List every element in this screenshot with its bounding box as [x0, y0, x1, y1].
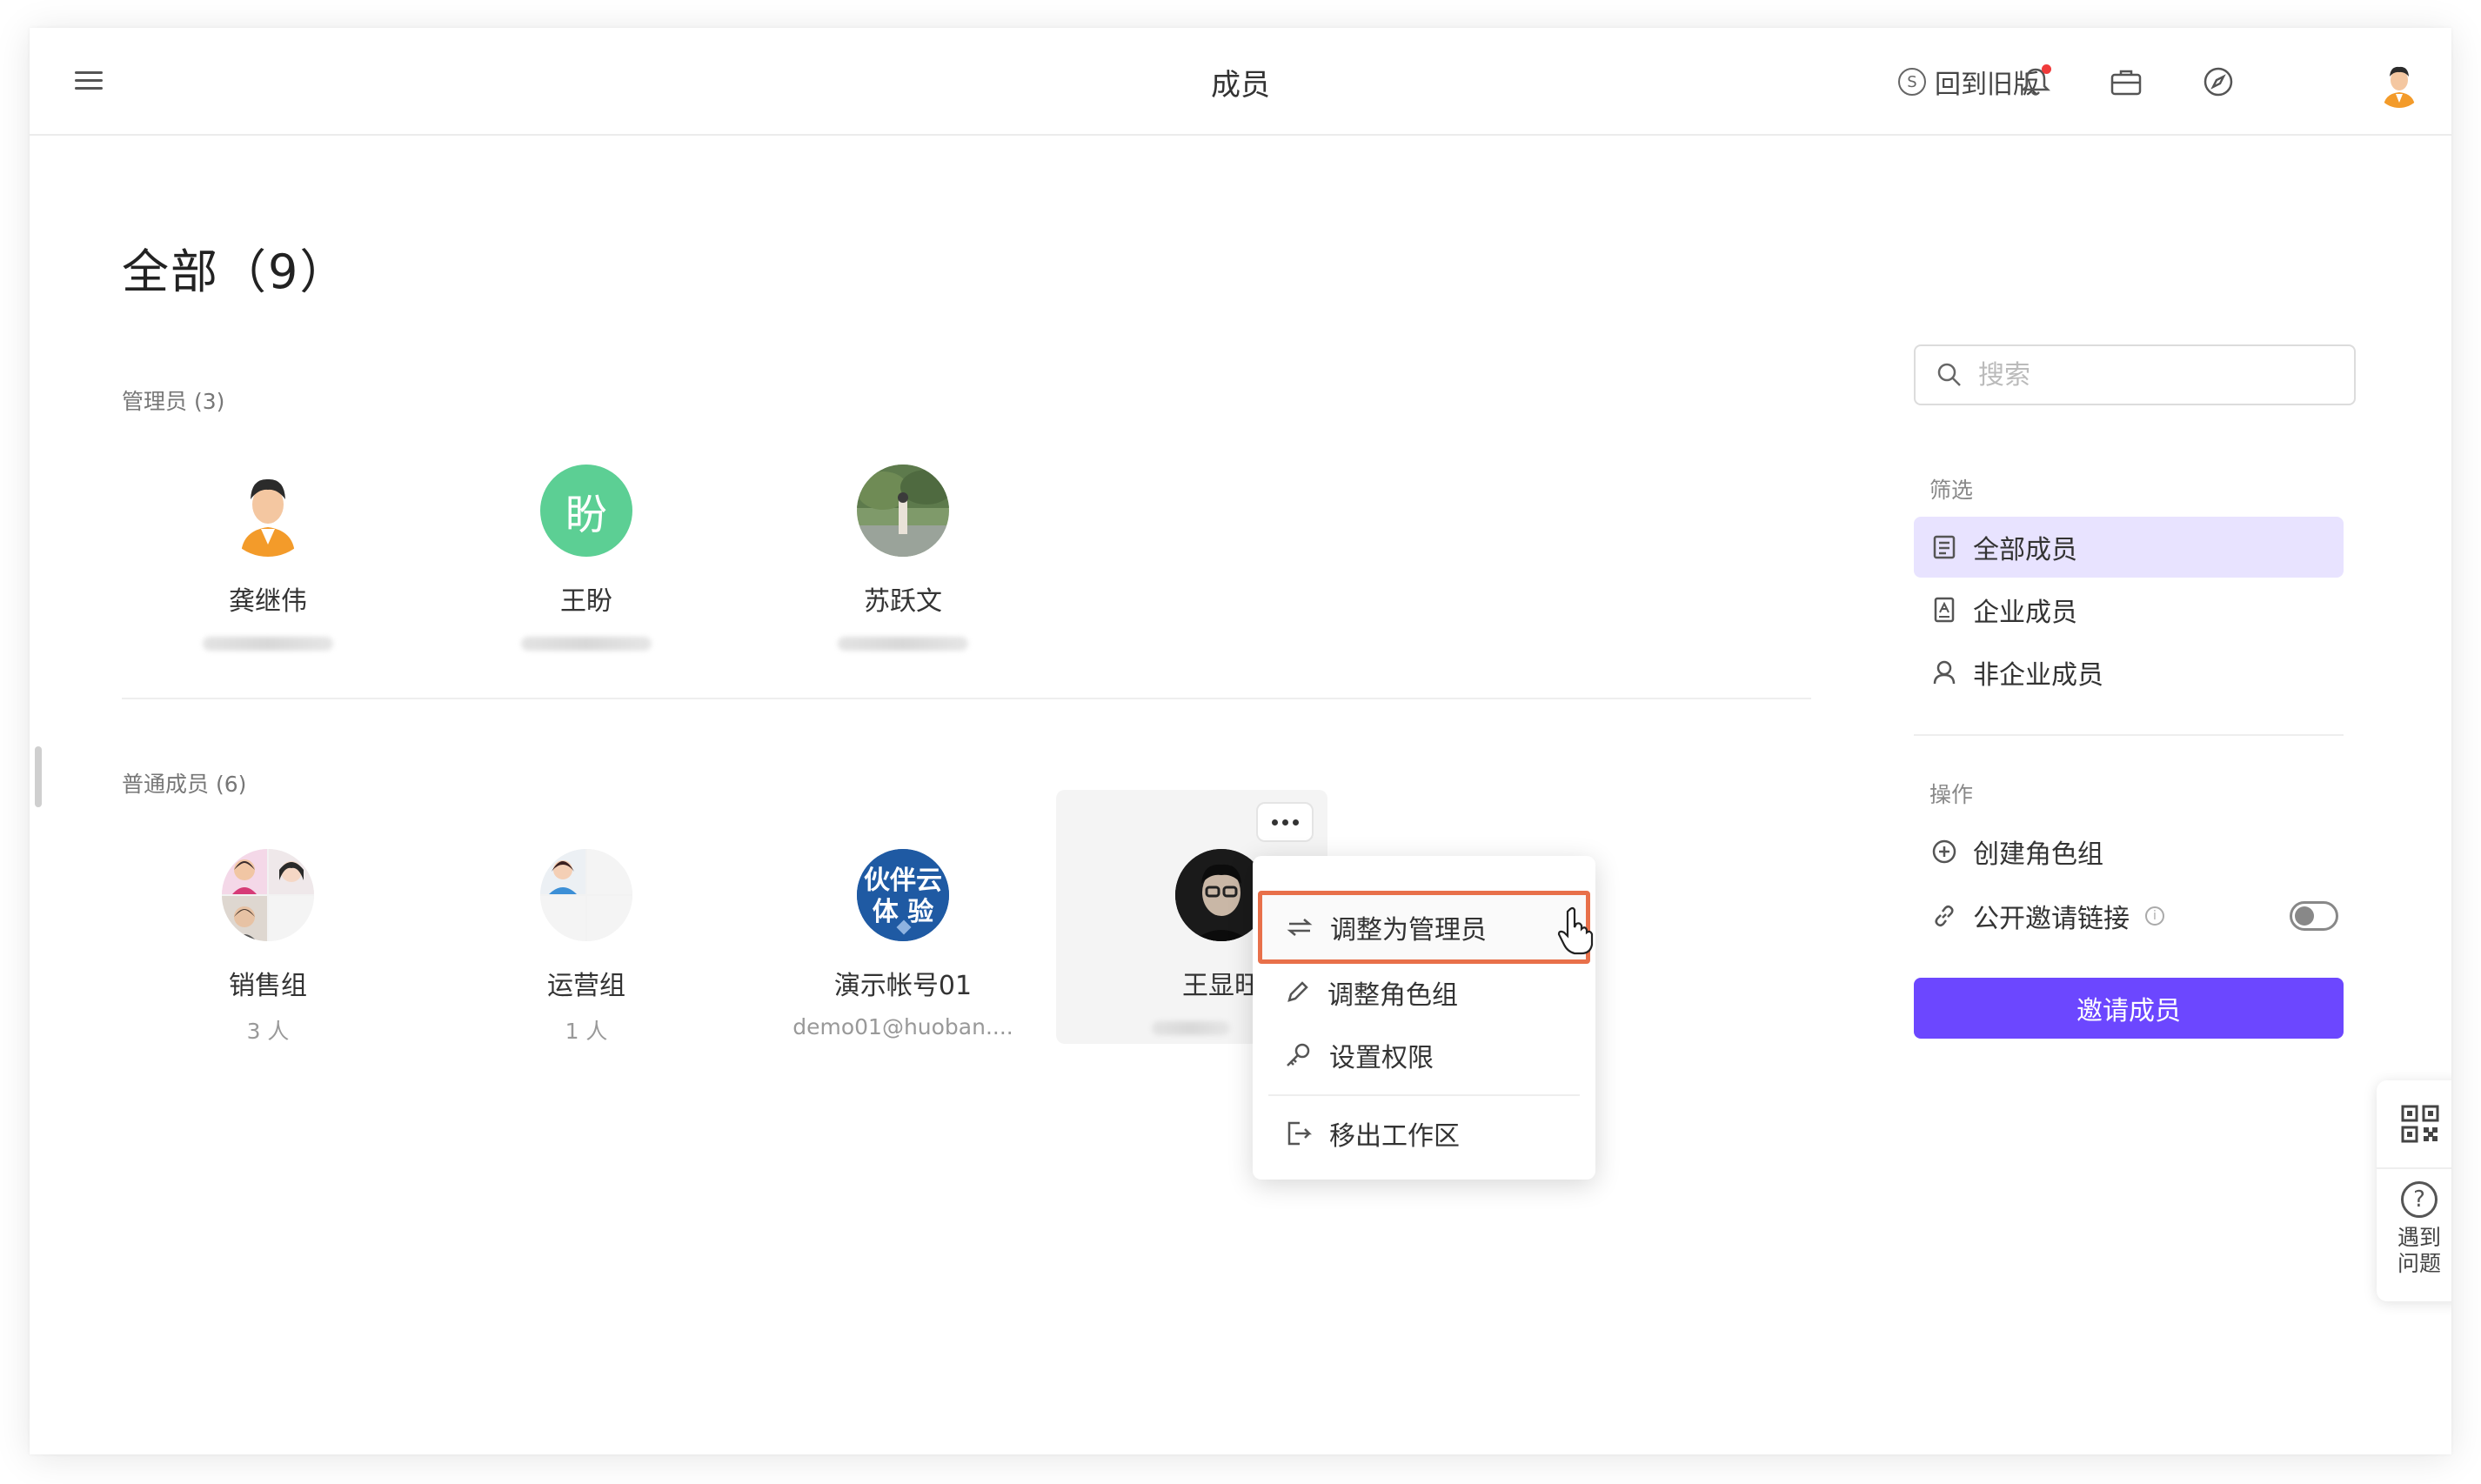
actions-section-label: 操作 [1929, 782, 1974, 807]
float-panel-separator [2377, 1167, 2451, 1169]
member-card[interactable]: 销售组 3 人 [137, 849, 398, 1046]
search-input[interactable] [1978, 359, 2326, 391]
filter-all-members[interactable]: 全部成员 [1914, 517, 2344, 578]
menu-item-set-permissions[interactable]: 设置权限 [1268, 1026, 1580, 1084]
scrollbar-handle[interactable] [35, 746, 42, 807]
qr-code-icon[interactable] [2401, 1105, 2439, 1143]
member-card[interactable]: 盼 王盼 [456, 465, 717, 651]
demo-logo-icon: 伙伴云体 验 [857, 849, 949, 941]
list-icon [1933, 535, 1956, 559]
more-options-button[interactable] [1256, 802, 1314, 842]
menu-item-make-admin[interactable]: 调整为管理员 [1258, 891, 1590, 964]
svg-text:伙伴云: 伙伴云 [864, 866, 942, 896]
menu-item-label: 调整角色组 [1327, 980, 1458, 1011]
filter-label: 非企业成员 [1973, 660, 2103, 691]
filter-section-label: 筛选 [1929, 478, 1974, 503]
create-role-group-action[interactable]: 创建角色组 [1914, 821, 2344, 882]
public-invite-link-action: 公开邀请链接 i [1914, 886, 2344, 946]
member-avatar: 盼 [540, 465, 632, 557]
action-label: 公开邀请链接 [1973, 904, 2130, 934]
exit-icon [1287, 1121, 1312, 1146]
enterprise-icon [1934, 597, 1955, 623]
menu-item-label: 移出工作区 [1329, 1121, 1460, 1152]
notification-dot [2042, 64, 2051, 74]
compass-icon[interactable] [2201, 64, 2236, 99]
member-card[interactable]: 龚继伟 [137, 465, 398, 651]
app-window: 成员 S 回到旧版 全部（9） 管理员 (3) 龚继伟 盼 王盼 苏跃文 普通成… [30, 28, 2451, 1454]
admins-section-label: 管理员 (3) [122, 389, 225, 414]
invite-link-toggle[interactable] [2290, 901, 2338, 931]
pencil-icon [1287, 981, 1308, 1002]
member-name: 苏跃文 [864, 586, 942, 617]
back-old-icon: S [1898, 68, 1926, 96]
link-icon [1935, 905, 1954, 927]
section-divider [122, 698, 1811, 699]
member-contact-redacted [203, 637, 333, 651]
briefcase-icon[interactable] [2109, 64, 2143, 99]
filter-enterprise-members[interactable]: 企业成员 [1914, 579, 2344, 640]
member-email: demo01@huoban.... [792, 1014, 1013, 1039]
key-icon [1287, 1043, 1310, 1066]
group-avatar [540, 849, 632, 941]
member-name: 运营组 [547, 971, 625, 1001]
member-card[interactable]: 苏跃文 [772, 465, 1033, 651]
filter-label: 企业成员 [1973, 598, 2077, 628]
member-name: 演示帐号01 [833, 971, 973, 1001]
member-contact-redacted [521, 637, 652, 651]
floating-tools-panel: ? 遇到问题 [2377, 1080, 2451, 1301]
plus-circle-icon [1932, 839, 1956, 864]
menu-item-label: 调整为管理员 [1330, 915, 1487, 946]
member-avatar: 伙伴云体 验 [857, 849, 949, 941]
member-contact-redacted [838, 637, 968, 651]
member-avatar [222, 465, 314, 557]
search-icon [1937, 363, 1961, 386]
menu-item-adjust-role-group[interactable]: 调整角色组 [1268, 964, 1580, 1021]
invite-members-button[interactable]: 邀请成员 [1914, 978, 2344, 1039]
member-card[interactable]: 运营组 1 人 [456, 849, 717, 1046]
info-icon[interactable]: i [2145, 906, 2164, 926]
filter-label: 全部成员 [1973, 535, 2077, 565]
top-bar: 成员 S 回到旧版 [30, 28, 2451, 136]
member-context-menu: 调整为管理员 调整角色组 设置权限 移出工作区 [1253, 856, 1595, 1180]
help-button[interactable]: ? 遇到问题 [2377, 1181, 2451, 1277]
menu-separator [1268, 1094, 1580, 1096]
person-icon [1933, 660, 1956, 685]
search-box[interactable] [1914, 344, 2356, 405]
menu-item-remove-from-workspace[interactable]: 移出工作区 [1268, 1105, 1580, 1162]
user-avatar[interactable] [2375, 59, 2424, 108]
members-heading: 全部（9） [122, 244, 349, 299]
question-icon: ? [2401, 1181, 2438, 1218]
menu-item-label: 设置权限 [1329, 1043, 1434, 1073]
member-card[interactable]: 伙伴云体 验 演示帐号01 demo01@huoban.... [772, 849, 1033, 1039]
help-label: 遇到问题 [2397, 1225, 2441, 1276]
page-title: 成员 [1211, 68, 1270, 103]
member-name: 龚继伟 [229, 586, 307, 617]
member-avatar [857, 465, 949, 557]
filter-non-enterprise-members[interactable]: 非企业成员 [1914, 642, 2344, 703]
sidebar-divider [1914, 734, 2344, 736]
regular-section-label: 普通成员 (6) [122, 772, 247, 797]
swap-icon [1287, 919, 1313, 936]
hand-cursor-icon [1557, 906, 1594, 955]
action-label: 创建角色组 [1973, 839, 2103, 870]
group-avatar [222, 849, 314, 941]
member-count: 1 人 [565, 1019, 608, 1044]
member-name: 销售组 [229, 971, 307, 1001]
member-contact-redacted [1152, 1021, 1230, 1035]
member-name: 王盼 [560, 586, 612, 617]
member-count: 3 人 [246, 1019, 290, 1044]
bell-icon[interactable] [2018, 64, 2053, 99]
